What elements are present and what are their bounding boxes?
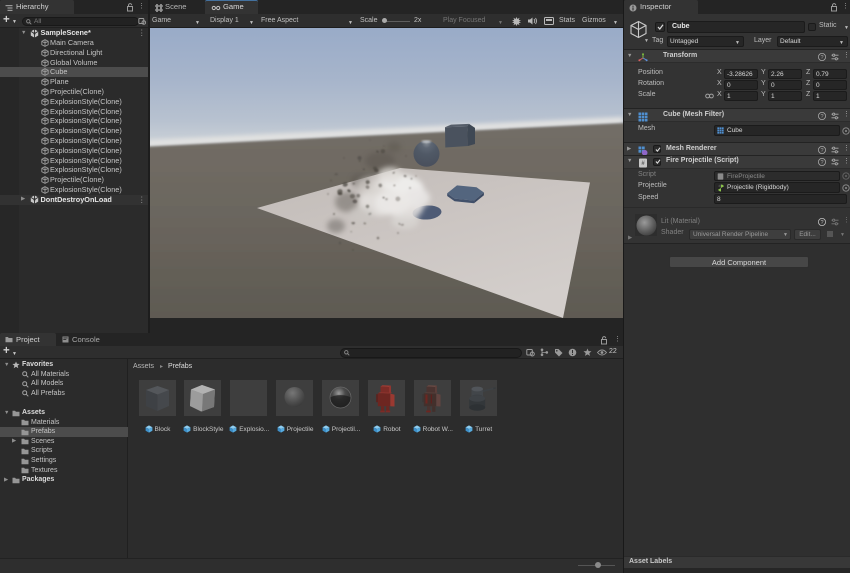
svg-text:?: ?	[820, 113, 823, 119]
svg-text:?: ?	[820, 219, 823, 225]
svg-text:?: ?	[820, 160, 823, 166]
svg-text:?: ?	[820, 147, 823, 153]
svg-text:?: ?	[820, 54, 823, 60]
